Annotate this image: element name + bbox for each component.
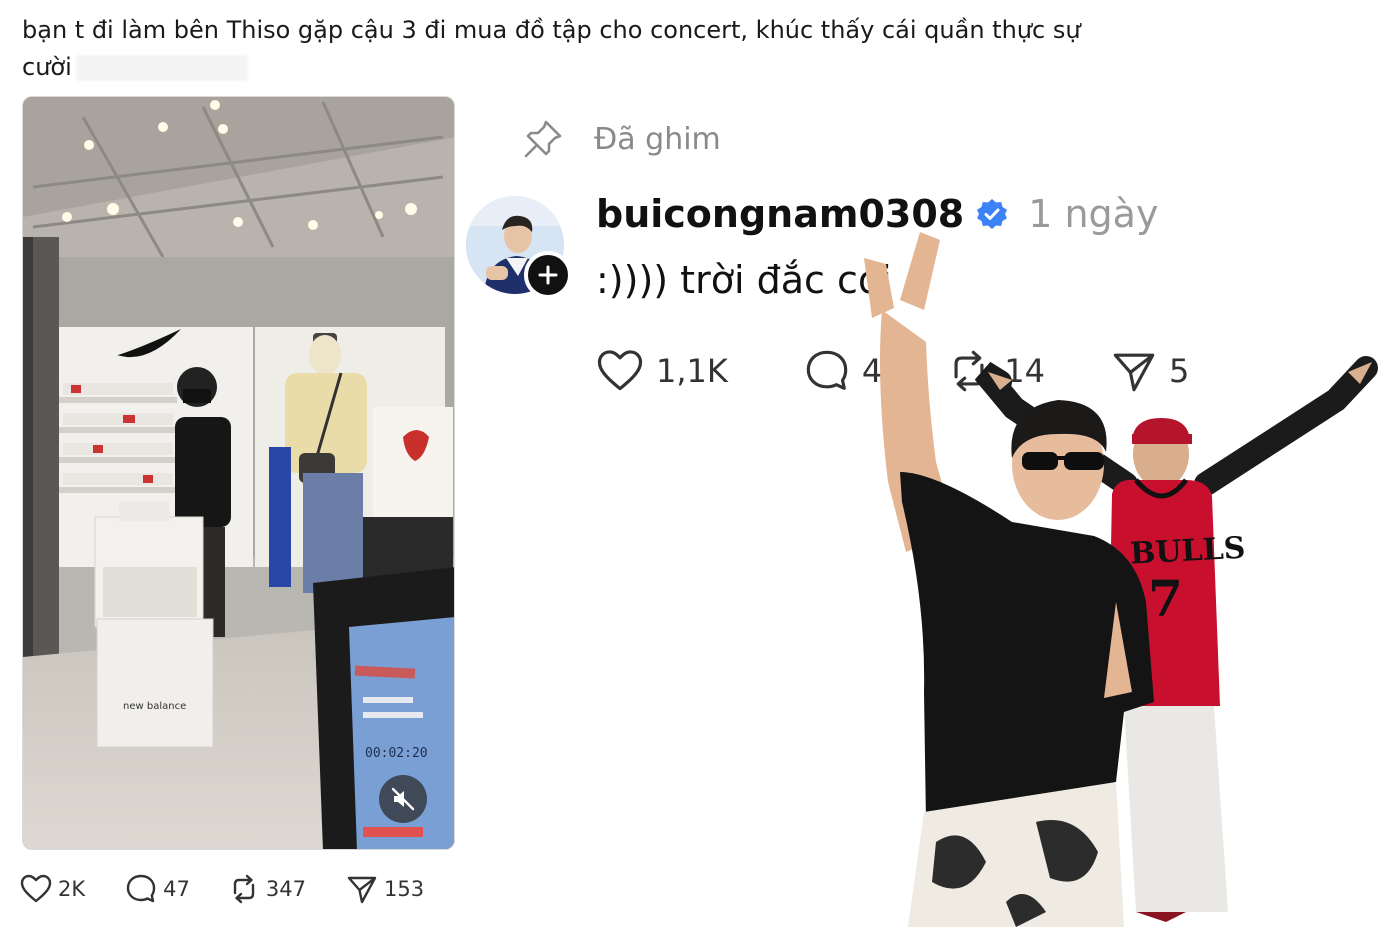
post-action-bar: 2K 47 347 153: [20, 873, 424, 905]
caption-line-2: cười: [22, 49, 1082, 86]
overlay-sticker-image: BULLS 7: [836, 222, 1381, 927]
comment-bubble-icon: [126, 874, 156, 903]
post-comment-button[interactable]: 47: [125, 873, 190, 905]
heart-icon: [20, 874, 52, 903]
post-share-button[interactable]: 153: [346, 873, 424, 905]
sticker-two-people: BULLS 7: [864, 232, 1378, 927]
post-caption: bạn t đi làm bên Thiso gặp cậu 3 đi mua …: [22, 12, 1082, 86]
follow-button[interactable]: [524, 251, 572, 299]
volume-muted-icon: [391, 787, 415, 811]
post-comment-count: 47: [163, 877, 190, 901]
caption-line-1: bạn t đi làm bên Thiso gặp cậu 3 đi mua …: [22, 16, 1081, 44]
repost-icon: [233, 874, 255, 904]
caption-line-2-text: cười: [22, 53, 72, 81]
heart-icon: [597, 350, 643, 391]
monitor-timer-text: 00:02:20: [365, 746, 428, 761]
post-share-count: 153: [383, 877, 425, 901]
send-icon: [347, 876, 377, 904]
pinned-label: Đã ghim: [594, 121, 721, 157]
pin-icon: [524, 120, 562, 158]
jersey-number-text: 7: [1148, 569, 1183, 628]
post-like-count: 2K: [58, 877, 86, 901]
post-video[interactable]: new balance 00:02:20: [22, 96, 455, 850]
post-like-button[interactable]: 2K: [20, 874, 85, 904]
video-frame-store-scene: new balance 00:02:20: [23, 97, 454, 849]
mute-toggle-button[interactable]: [379, 775, 427, 823]
plus-icon: [538, 265, 558, 285]
new-balance-sign-text: new balance: [123, 701, 186, 712]
reply-like-count: 1,1K: [656, 352, 728, 390]
caption-redacted-emoji: [75, 55, 248, 81]
jersey-team-text: BULLS: [1129, 531, 1246, 572]
post-repost-button[interactable]: 347: [228, 873, 306, 905]
post-repost-count: 347: [265, 877, 306, 901]
pinned-indicator: Đã ghim: [522, 118, 721, 160]
reply-like-button[interactable]: 1,1K: [596, 349, 728, 393]
